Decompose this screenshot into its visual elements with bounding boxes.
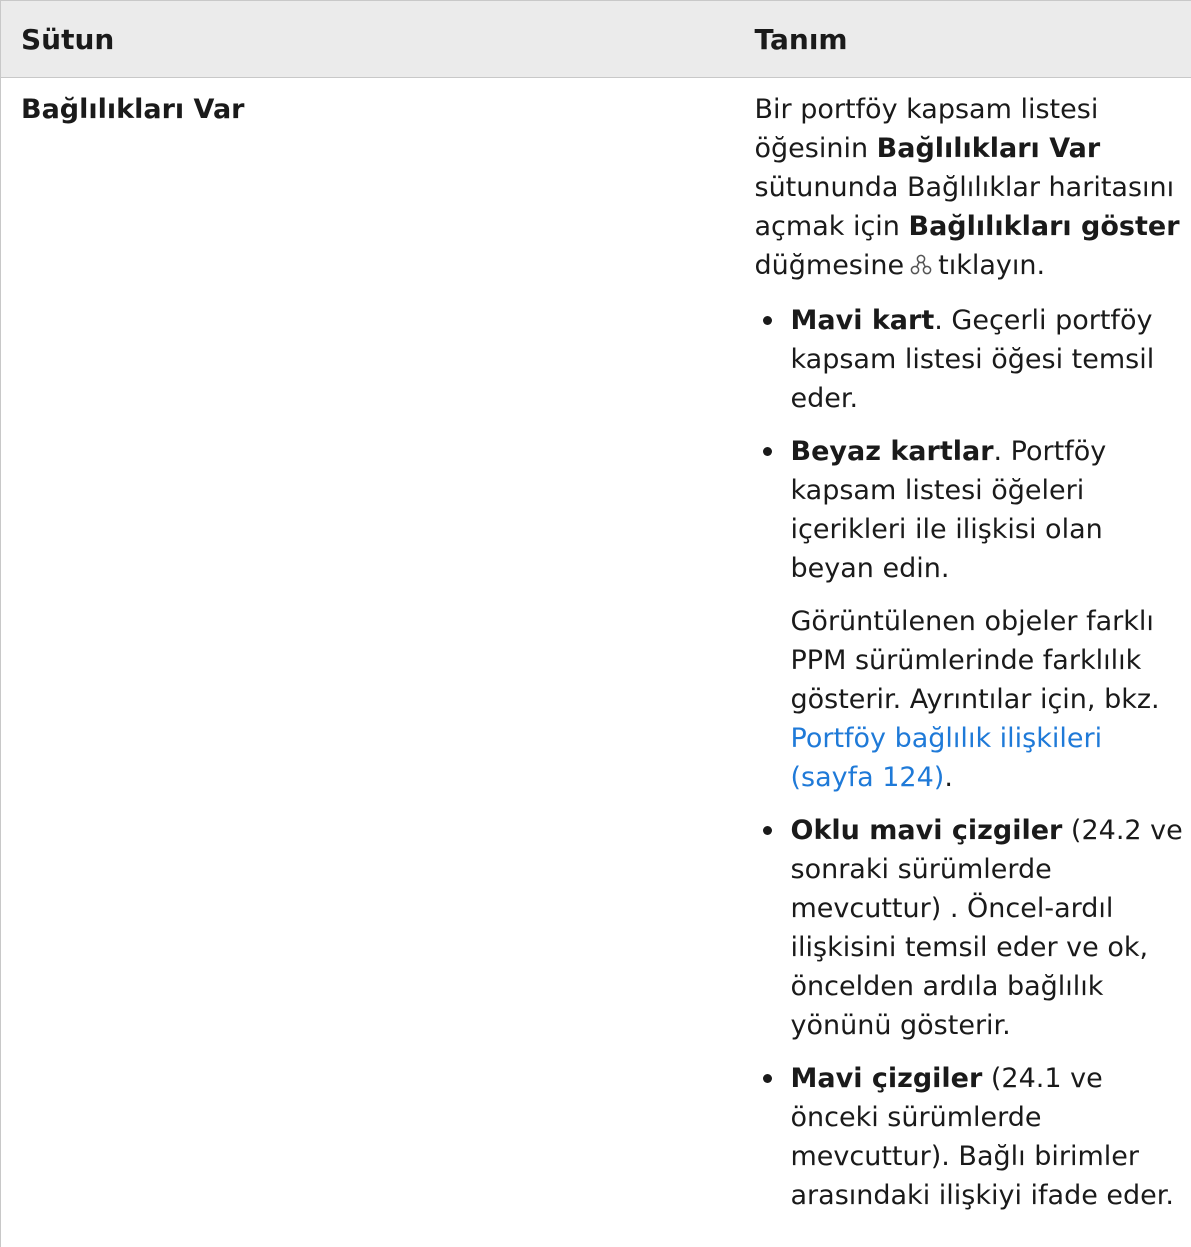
list-item: Mavi çizgiler (24.1 ve önceki sürümlerde… bbox=[755, 1059, 1191, 1215]
table-row: Bağlılıkları Var Bir portföy kapsam list… bbox=[0, 77, 1191, 1247]
bullet-icon bbox=[762, 826, 772, 835]
column-header-column: Sütun bbox=[0, 0, 739, 78]
dependency-graph-icon bbox=[910, 248, 932, 287]
definitions-table: Sütun Tanım Bağlılıkları Var Bir portföy… bbox=[0, 0, 1191, 1247]
bold-button-name: Bağlılıkları göster bbox=[908, 211, 1180, 242]
legend-list: Mavi kart. Geçerli portföy kapsam listes… bbox=[755, 301, 1191, 1215]
column-header-definition: Tanım bbox=[738, 0, 1191, 78]
list-item: Oklu mavi çizgiler (24.2 ve sonraki sürü… bbox=[755, 811, 1191, 1045]
bullet-icon bbox=[762, 447, 772, 456]
note-paragraph: Görüntülenen objeler farklı PPM sürümler… bbox=[790, 606, 1160, 793]
bold-column-name: Bağlılıkları Var bbox=[876, 133, 1101, 164]
intro-paragraph: Bir portföy kapsam listesi öğesinin Bağl… bbox=[755, 90, 1191, 287]
row-term: Bağlılıkları Var bbox=[0, 77, 739, 1247]
row-definition: Bir portföy kapsam listesi öğesinin Bağl… bbox=[738, 77, 1191, 1247]
bullet-icon bbox=[762, 316, 772, 325]
table-header-row: Sütun Tanım bbox=[0, 0, 1191, 78]
list-item: Mavi kart. Geçerli portföy kapsam listes… bbox=[755, 301, 1191, 418]
bullet-icon bbox=[762, 1074, 772, 1083]
list-item: Beyaz kartlar. Portföy kapsam listesi öğ… bbox=[755, 432, 1191, 797]
